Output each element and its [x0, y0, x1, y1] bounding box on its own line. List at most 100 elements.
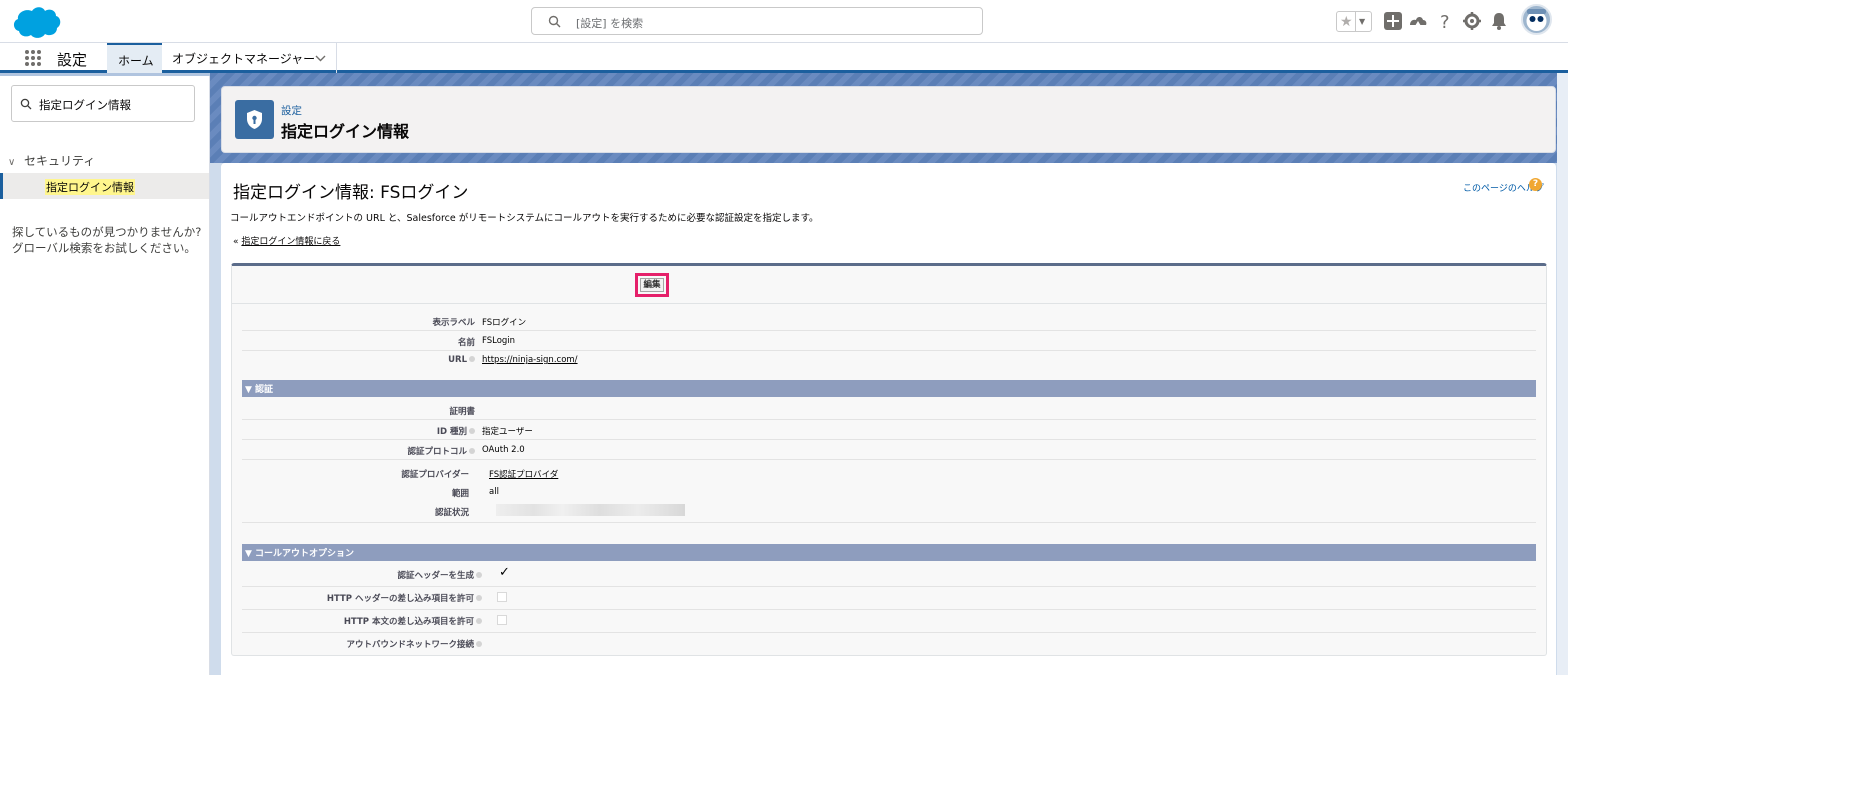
url-link[interactable]: https://ninja-sign.com/ [482, 355, 578, 365]
quick-find-input[interactable]: 指定ログイン情報 [11, 85, 195, 122]
field-value: all [489, 487, 499, 497]
field-row-auth-status: 認証状況 [242, 501, 1536, 523]
salesforce-logo[interactable] [12, 5, 62, 39]
tree-section-label: セキュリティ [24, 154, 96, 168]
edit-button[interactable]: 編集 [640, 278, 664, 292]
tab-object-manager[interactable]: オブジェクトマネージャー [162, 43, 337, 73]
edit-button-highlight: 編集 [635, 273, 669, 297]
field-label-text: HTTP 本文の差し込み項目を許可 [343, 617, 474, 627]
field-label: 認証状況 [434, 508, 469, 518]
chevron-down-icon[interactable]: ▼ [1359, 14, 1365, 30]
field-value: FSLogin [482, 336, 516, 346]
no-results-hint: 探しているものが見つかりませんか? グローバル検索をお試しください。 [12, 225, 202, 255]
field-label: 認証ヘッダーを生成 [397, 569, 482, 581]
search-icon [20, 98, 32, 110]
info-icon[interactable] [476, 641, 482, 647]
search-placeholder: [設定] を検索 [576, 17, 644, 30]
field-row-identity-type: ID 種別 指定ユーザー [242, 420, 1536, 440]
named-credential-icon [235, 100, 274, 139]
app-navigation-bar: 設定 ホーム オブジェクトマネージャー [0, 43, 1568, 73]
field-value: FSログイン [482, 318, 527, 328]
field-row-label: 表示ラベル FSログイン [242, 311, 1536, 331]
field-row-allow-header-merge: HTTP ヘッダーの差し込み項目を許可 [242, 587, 1536, 610]
avatar-image [1526, 9, 1547, 31]
back-to-list: « 指定ログイン情報に戻る [233, 234, 340, 247]
app-launcher-icon[interactable] [24, 49, 42, 67]
checkbox-unchecked [497, 615, 507, 625]
info-icon[interactable] [469, 448, 475, 454]
page-scrollbar[interactable] [1557, 73, 1568, 675]
info-icon[interactable] [469, 356, 475, 362]
field-label: 名前 [457, 338, 475, 348]
field-row-provider: 認証プロバイダー FS認証プロバイダ [242, 463, 1536, 483]
global-header: [設定] を検索 ★ ▼ ? [0, 0, 1568, 43]
field-value: OAuth 2.0 [482, 445, 525, 455]
star-icon[interactable]: ★ [1340, 13, 1353, 31]
notification-bell-icon[interactable] [1489, 11, 1509, 31]
field-label-text: 認証ヘッダーを生成 [397, 571, 474, 581]
field-row-generate-auth-header: 認証ヘッダーを生成 ✓ [242, 564, 1536, 587]
field-row-outbound-connection: アウトバウンドネットワーク接続 [242, 633, 1536, 655]
field-row-allow-body-merge: HTTP 本文の差し込み項目を許可 [242, 610, 1536, 633]
page-header: 設定 指定ログイン情報 [221, 86, 1556, 153]
tab-object-manager-label: オブジェクトマネージャー [172, 52, 316, 66]
section-header-callout[interactable]: ▼ コールアウトオプション [242, 544, 1536, 561]
field-label: HTTP 本文の差し込み項目を許可 [344, 615, 482, 627]
section-header-auth[interactable]: ▼ 認証 [242, 380, 1536, 397]
main-content: 指定ログイン情報: FSログイン このページのヘルプ ? コールアウトエンドポイ… [221, 163, 1556, 675]
tab-home[interactable]: ホーム [107, 43, 162, 73]
field-label: 認証プロトコル [407, 445, 475, 457]
page-description: コールアウトエンドポイントの URL と、Salesforce がリモートシステ… [230, 213, 819, 224]
search-icon [548, 15, 561, 28]
info-icon[interactable] [476, 595, 482, 601]
trailhead-icon[interactable] [1408, 11, 1428, 31]
auth-provider-link[interactable]: FS認証プロバイダ [489, 468, 558, 480]
tree-section-security[interactable]: ∨ セキュリティ [8, 152, 95, 169]
help-icon[interactable]: ? [1435, 11, 1455, 31]
info-icon[interactable] [476, 618, 482, 624]
favorites-button-group[interactable]: ★ ▼ [1336, 11, 1372, 32]
field-label-text: URL [448, 355, 467, 365]
chevron-down-icon[interactable] [315, 53, 326, 63]
setup-sidebar: 指定ログイン情報 ∨ セキュリティ 指定ログイン情報 探しているものが見つかりませ… [0, 76, 210, 675]
section-title: ▼ コールアウトオプション [245, 549, 355, 559]
field-label: 証明書 [449, 407, 475, 417]
field-label: 認証プロバイダー [401, 470, 469, 480]
field-label-text: HTTP ヘッダーの差し込み項目を許可 [326, 594, 474, 604]
field-label: ID 種別 [437, 425, 475, 437]
user-avatar[interactable] [1521, 4, 1552, 35]
page-header-eyebrow[interactable]: 設定 [281, 103, 302, 118]
field-label-text: ID 種別 [436, 427, 467, 437]
detail-title: 指定ログイン情報: FSログイン [233, 183, 469, 203]
chevron-down-icon[interactable]: ∨ [8, 157, 20, 168]
back-arrow: « [233, 237, 239, 247]
field-label: URL [448, 355, 475, 365]
field-label-text: 認証プロトコル [407, 447, 467, 457]
global-search-input[interactable]: [設定] を検索 [531, 7, 983, 35]
sidebar-item-named-credentials[interactable]: 指定ログイン情報 [0, 173, 209, 199]
divider [1355, 12, 1356, 31]
page-title: 指定ログイン情報 [281, 122, 410, 141]
redacted-value [496, 504, 685, 516]
field-label: アウトバウンドネットワーク接続 [346, 638, 482, 650]
gear-icon[interactable] [1462, 11, 1482, 31]
field-row-scope: 範囲 all [242, 482, 1536, 502]
tab-home-label: ホーム [118, 54, 154, 68]
field-value: 指定ユーザー [482, 427, 533, 437]
back-to-named-credentials-link[interactable]: 指定ログイン情報に戻る [241, 237, 340, 247]
add-icon[interactable] [1383, 11, 1403, 31]
quick-find-value: 指定ログイン情報 [39, 98, 131, 112]
divider [232, 303, 1546, 304]
field-label: HTTP ヘッダーの差し込み項目を許可 [327, 592, 482, 604]
field-label: 表示ラベル [432, 318, 475, 328]
field-row-name: 名前 FSLogin [242, 331, 1536, 351]
info-icon[interactable] [476, 572, 482, 578]
help-icon[interactable]: ? [1529, 178, 1542, 191]
checkbox-unchecked [497, 592, 507, 602]
info-icon[interactable] [469, 428, 475, 434]
checkmark-icon: ✓ [499, 565, 510, 580]
svg-text:?: ? [1440, 12, 1450, 31]
detail-block: 編集 表示ラベル FSログイン 名前 FSLogin URL https://n… [231, 263, 1547, 656]
field-label: 範囲 [451, 489, 469, 499]
field-row-url: URL https://ninja-sign.com/ [242, 350, 1536, 370]
